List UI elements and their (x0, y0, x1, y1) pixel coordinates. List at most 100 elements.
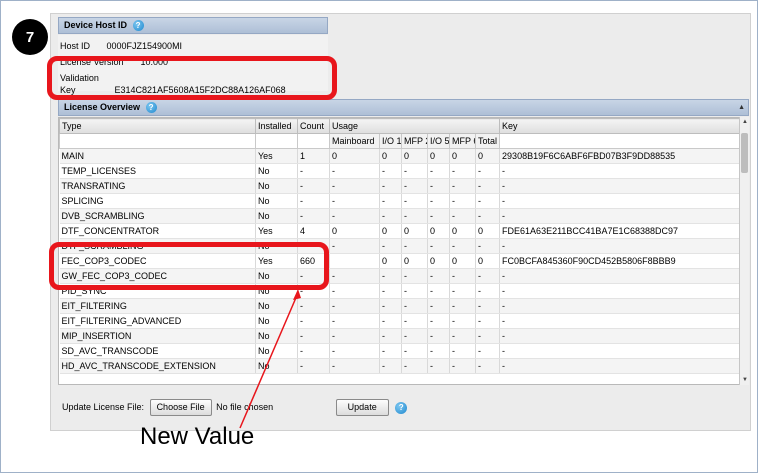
usage-cell: 0 (379, 223, 402, 239)
update-button[interactable]: Update (335, 399, 389, 417)
license-key-cell: - (499, 328, 741, 344)
table-row[interactable]: DTF_CONCENTRATOR Yes 4 0 0 0 0 0 0 FDE61A63E211BC… (59, 223, 741, 239)
license-key-cell: - (499, 178, 741, 194)
usage-cell: - (401, 193, 428, 209)
usage-cell: - (427, 208, 450, 224)
filter-cell[interactable] (499, 133, 741, 149)
license-key-cell: - (499, 163, 741, 179)
license-key-cell: FC0BCFA845360F90CD452B5806F8BBB9 (499, 253, 741, 269)
usage-cell: 0 (475, 253, 501, 269)
help-icon[interactable]: ? (145, 102, 157, 114)
usage-cell: 0 (427, 253, 450, 269)
usage-cell: - (449, 238, 476, 254)
column-header-key[interactable]: Key (499, 118, 741, 134)
usage-cell: - (401, 283, 428, 299)
table-row[interactable]: TRANSRATING No - - - - - - - - (59, 178, 741, 194)
license-key-cell: - (499, 268, 741, 284)
usage-cell: - (475, 328, 501, 344)
usage-cell: - (449, 313, 476, 329)
usage-cell: - (427, 163, 450, 179)
column-header-count[interactable]: Count (297, 118, 330, 134)
usage-header-total[interactable]: Total (474, 133, 501, 149)
usage-cell: - (329, 343, 380, 359)
usage-cell: 0 (329, 223, 380, 239)
table-row[interactable]: MIP_INSERTION No - - - - - - - - (59, 328, 741, 344)
table-row[interactable]: HD_AVC_TRANSCODE_EXTENSION No - - - - - - - - (59, 358, 741, 374)
table-scrollbar[interactable]: ▲ ▼ (739, 117, 749, 385)
table-row[interactable]: SPLICING No - - - - - - - - (59, 193, 741, 209)
usage-cell: - (401, 343, 428, 359)
usage-cell: - (329, 208, 380, 224)
table-row[interactable]: DVB_SCRAMBLING No - - - - - - - - (59, 208, 741, 224)
help-icon[interactable]: ? (395, 401, 408, 414)
count-cell: - (297, 178, 330, 194)
license-type-cell: TRANSRATING (59, 178, 256, 194)
table-filter-row: Mainboard I/O 1 MFP 2 I/O 5 MFP 6 Total (59, 133, 741, 149)
usage-cell: - (329, 328, 380, 344)
filter-cell[interactable] (255, 133, 298, 149)
count-cell: - (297, 343, 330, 359)
usage-header-io1[interactable]: I/O 1 (379, 133, 402, 149)
license-type-cell: MIP_INSERTION (59, 328, 256, 344)
license-type-cell: DVB_SCRAMBLING (59, 208, 256, 224)
usage-cell: - (379, 208, 402, 224)
table-row[interactable]: EIT_FILTERING_ADVANCED No - - - - - - - - (59, 313, 741, 329)
collapse-icon[interactable]: ▲ (738, 100, 745, 115)
installed-cell: No (255, 313, 298, 329)
license-key-cell: - (499, 358, 741, 374)
validation-key-highlight (47, 56, 337, 100)
usage-cell: - (329, 298, 380, 314)
update-license-footer: Update License File: Choose File No file… (62, 398, 408, 417)
count-cell: - (297, 313, 330, 329)
column-header-installed[interactable]: Installed (255, 118, 298, 134)
table-header-row: Type Installed Count Usage Key (59, 118, 741, 134)
filter-cell[interactable] (59, 133, 256, 149)
license-type-cell: TEMP_LICENSES (59, 163, 256, 179)
usage-cell: - (329, 283, 380, 299)
usage-cell: - (427, 328, 450, 344)
usage-header-io5[interactable]: I/O 5 (427, 133, 450, 149)
scroll-down-icon[interactable]: ▼ (740, 375, 750, 385)
usage-cell: - (401, 178, 428, 194)
usage-cell: 0 (427, 223, 450, 239)
help-icon[interactable]: ? (132, 20, 144, 32)
scroll-thumb[interactable] (741, 133, 748, 173)
usage-cell: 0 (401, 223, 428, 239)
filter-cell[interactable] (297, 133, 330, 149)
usage-cell: - (449, 343, 476, 359)
usage-header-mfp2[interactable]: MFP 2 (401, 133, 428, 149)
usage-cell: - (379, 343, 402, 359)
update-license-label: Update License File: (62, 402, 145, 412)
installed-cell: Yes (255, 148, 298, 164)
usage-cell: - (379, 193, 402, 209)
usage-cell: - (329, 268, 380, 284)
license-type-cell: EIT_FILTERING_ADVANCED (59, 313, 256, 329)
usage-cell: - (475, 268, 501, 284)
usage-cell: 0 (329, 148, 380, 164)
usage-cell: - (427, 238, 450, 254)
choose-file-button[interactable]: Choose File (149, 399, 212, 417)
column-header-type[interactable]: Type (59, 118, 256, 134)
usage-cell: - (379, 268, 402, 284)
table-row[interactable]: MAIN Yes 1 0 0 0 0 0 0 29308B19F6C6ABF6FBD07B3F9D… (59, 148, 741, 164)
column-header-usage[interactable]: Usage (328, 118, 501, 134)
license-type-cell: MAIN (59, 148, 256, 164)
installed-cell: No (255, 358, 298, 374)
usage-header-mainboard[interactable]: Mainboard (329, 133, 380, 149)
usage-cell: - (401, 298, 428, 314)
license-overview-title: License Overview (64, 102, 141, 112)
usage-cell: - (401, 208, 428, 224)
table-row[interactable]: TEMP_LICENSES No - - - - - - - - (59, 163, 741, 179)
installed-cell: No (255, 328, 298, 344)
table-row[interactable]: EIT_FILTERING No - - - - - - - - (59, 298, 741, 314)
usage-header-mfp6[interactable]: MFP 6 (449, 133, 476, 149)
usage-cell: - (401, 163, 428, 179)
usage-cell: - (475, 178, 501, 194)
scroll-up-icon[interactable]: ▲ (740, 117, 750, 127)
usage-cell: - (475, 193, 501, 209)
license-type-cell: EIT_FILTERING (59, 298, 256, 314)
installed-cell: No (255, 343, 298, 359)
table-row[interactable]: SD_AVC_TRANSCODE No - - - - - - - - (59, 343, 741, 359)
device-host-id-title: Device Host ID (64, 20, 128, 30)
step-badge: 7 (12, 19, 48, 55)
